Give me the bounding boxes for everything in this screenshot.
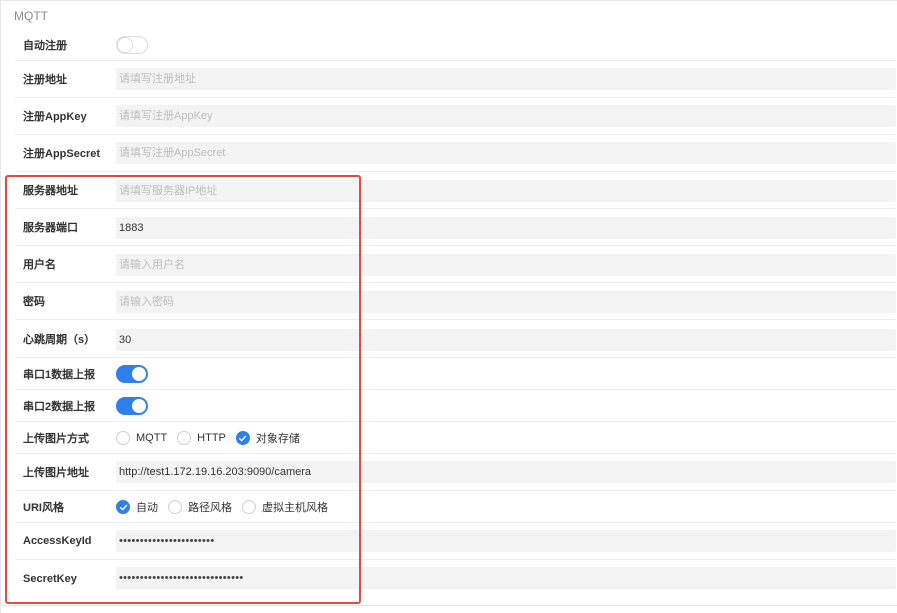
uri-style-radio-group: 自动 路径风格 虚拟主机风格 bbox=[116, 499, 338, 515]
row-heartbeat: 心跳周期（s） bbox=[15, 320, 896, 358]
row-upload-address: 上传图片地址 bbox=[15, 454, 896, 491]
serial1-report-label: 串口1数据上报 bbox=[23, 368, 96, 381]
server-address-field bbox=[116, 180, 896, 202]
register-appsecret-field bbox=[116, 142, 896, 164]
username-input[interactable] bbox=[119, 254, 896, 276]
row-upload-method: 上传图片方式 MQTT HTTP 对象存储 bbox=[15, 422, 896, 454]
access-key-id-field bbox=[116, 530, 896, 552]
section-title: MQTT bbox=[14, 9, 48, 23]
row-username: 用户名 bbox=[15, 246, 896, 283]
secret-key-label: SecretKey bbox=[23, 572, 77, 585]
password-field bbox=[116, 291, 896, 313]
row-register-appkey: 注册AppKey bbox=[15, 98, 896, 135]
row-secret-key: SecretKey bbox=[15, 560, 896, 597]
upload-method-option-object-storage[interactable]: 对象存储 bbox=[235, 430, 300, 446]
username-label: 用户名 bbox=[23, 259, 56, 271]
row-serial2-report: 串口2数据上报 bbox=[15, 390, 896, 422]
row-auto-register: 自动注册 bbox=[15, 29, 896, 61]
check-icon bbox=[235, 431, 250, 445]
server-port-field bbox=[116, 217, 896, 239]
row-register-address: 注册地址 bbox=[15, 61, 896, 98]
server-address-input[interactable] bbox=[119, 180, 896, 202]
register-address-label: 注册地址 bbox=[23, 74, 67, 86]
upload-address-field bbox=[116, 461, 896, 483]
toggle-knob bbox=[132, 399, 146, 413]
upload-method-option-http[interactable]: HTTP bbox=[177, 431, 226, 445]
radio-circle bbox=[177, 431, 192, 445]
register-appkey-field bbox=[116, 105, 896, 127]
radio-circle bbox=[242, 500, 256, 514]
row-server-port: 服务器端口 bbox=[15, 209, 896, 246]
access-key-id-input[interactable] bbox=[119, 530, 896, 552]
uri-style-option-virtual-host[interactable]: 虚拟主机风格 bbox=[242, 499, 328, 515]
heartbeat-label: 心跳周期（s） bbox=[23, 333, 96, 346]
register-address-input[interactable] bbox=[119, 68, 896, 90]
uri-style-label: URI风格 bbox=[23, 501, 64, 514]
auto-register-toggle[interactable] bbox=[116, 36, 148, 54]
heartbeat-field bbox=[116, 329, 896, 351]
register-appsecret-input[interactable] bbox=[119, 142, 896, 164]
row-serial1-report: 串口1数据上报 bbox=[15, 358, 896, 390]
row-register-appsecret: 注册AppSecret bbox=[15, 135, 896, 172]
register-appkey-label: 注册AppKey bbox=[23, 111, 87, 123]
upload-address-input[interactable] bbox=[119, 461, 896, 483]
password-label: 密码 bbox=[23, 296, 45, 308]
radio-circle bbox=[116, 431, 130, 445]
radio-label: 自动 bbox=[136, 502, 158, 514]
register-address-field bbox=[116, 68, 896, 90]
radio-label: 路径风格 bbox=[188, 502, 232, 514]
serial2-report-toggle[interactable] bbox=[116, 397, 148, 415]
mqtt-settings-panel: MQTT 自动注册 注册地址 注册AppKey 注册AppSecret 服务器地… bbox=[0, 0, 897, 613]
radio-label: MQTT bbox=[136, 432, 168, 444]
toggle-knob bbox=[118, 38, 132, 52]
upload-address-label: 上传图片地址 bbox=[23, 467, 89, 479]
serial2-report-label: 串口2数据上报 bbox=[23, 400, 96, 413]
upload-method-label: 上传图片方式 bbox=[23, 432, 89, 445]
row-access-key-id: AccessKeyId bbox=[15, 523, 896, 560]
auto-register-label: 自动注册 bbox=[23, 39, 67, 52]
server-address-label: 服务器地址 bbox=[23, 185, 78, 197]
register-appkey-input[interactable] bbox=[119, 105, 896, 127]
secret-key-field bbox=[116, 567, 896, 589]
row-uri-style: URI风格 自动 路径风格 虚拟主机风格 bbox=[15, 491, 896, 523]
row-password: 密码 bbox=[15, 283, 896, 320]
upload-method-radio-group: MQTT HTTP 对象存储 bbox=[116, 430, 310, 446]
server-port-input[interactable] bbox=[119, 217, 896, 239]
uri-style-option-path[interactable]: 路径风格 bbox=[168, 499, 232, 515]
toggle-knob bbox=[132, 367, 146, 381]
uri-style-option-auto[interactable]: 自动 bbox=[116, 499, 158, 515]
panel-bottom-border bbox=[1, 605, 897, 606]
username-field bbox=[116, 254, 896, 276]
password-input[interactable] bbox=[119, 291, 896, 313]
heartbeat-input[interactable] bbox=[119, 329, 896, 351]
row-server-address: 服务器地址 bbox=[15, 172, 896, 209]
serial1-report-toggle[interactable] bbox=[116, 365, 148, 383]
radio-label: HTTP bbox=[197, 432, 226, 444]
radio-label: 对象存储 bbox=[255, 433, 300, 445]
radio-circle bbox=[168, 500, 182, 514]
server-port-label: 服务器端口 bbox=[23, 222, 78, 234]
check-icon bbox=[116, 500, 130, 514]
register-appsecret-label: 注册AppSecret bbox=[23, 148, 101, 160]
upload-method-option-mqtt[interactable]: MQTT bbox=[116, 431, 167, 445]
radio-label: 虚拟主机风格 bbox=[262, 502, 328, 514]
secret-key-input[interactable] bbox=[119, 567, 896, 589]
access-key-id-label: AccessKeyId bbox=[23, 535, 92, 547]
